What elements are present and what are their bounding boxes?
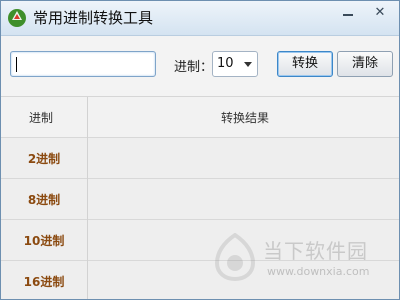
convert-button[interactable]: 转换 — [277, 51, 333, 77]
text-caret — [16, 57, 17, 72]
minimize-icon — [343, 14, 353, 16]
window-title: 常用进制转换工具 — [33, 9, 154, 27]
base-select[interactable]: 10 — [212, 51, 258, 77]
number-input[interactable] — [10, 51, 156, 77]
header-result: 转换结果 — [221, 111, 270, 125]
header-base: 进制 — [29, 111, 54, 125]
table-header: 进制 转换结果 — [1, 97, 399, 138]
clear-button[interactable]: 清除 — [337, 51, 393, 77]
row-label: 8进制 — [27, 193, 61, 207]
chevron-down-icon — [244, 62, 252, 67]
row-label: 10进制 — [23, 234, 65, 248]
close-icon: ✕ — [374, 5, 386, 20]
table-row[interactable]: 2进制 — [1, 138, 399, 179]
base-label: 进制： — [174, 60, 214, 75]
column-divider — [87, 97, 88, 299]
title-bar: 常用进制转换工具 ✕ — [1, 1, 399, 36]
watermark-url: www.downxia.com — [267, 265, 370, 278]
base-select-value: 10 — [217, 56, 234, 71]
minimize-button[interactable] — [335, 5, 361, 23]
close-button[interactable]: ✕ — [367, 5, 393, 23]
row-label: 16进制 — [23, 275, 65, 289]
watermark-logo-icon — [214, 233, 256, 281]
table-row[interactable]: 8进制 — [1, 179, 399, 220]
converter-window: 常用进制转换工具 ✕ 进制： 10 转换 清除 进制 转换结果 2进制 8进制 … — [0, 0, 400, 300]
row-label: 2进制 — [27, 152, 61, 166]
toolbar: 进制： 10 转换 清除 — [1, 36, 399, 96]
app-icon — [8, 9, 26, 27]
watermark-title: 当下软件园 — [263, 239, 368, 263]
